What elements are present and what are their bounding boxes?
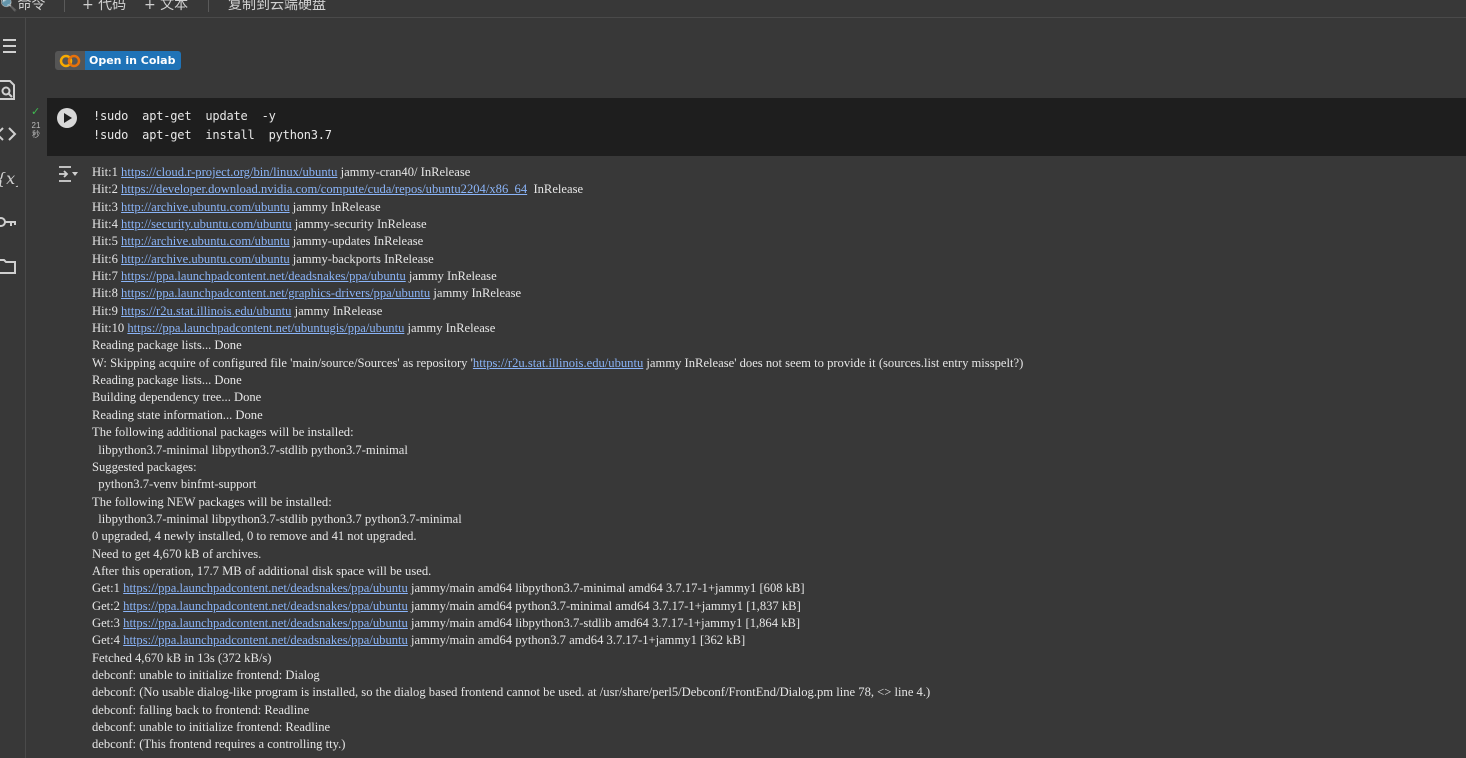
output-line: Get:1 https://ppa.launchpadcontent.net/d…: [92, 581, 805, 596]
output-link[interactable]: https://r2u.stat.illinois.edu/ubuntu: [473, 356, 643, 370]
output-link[interactable]: http://archive.ubuntu.com/ubuntu: [121, 234, 290, 248]
output-line: Hit:5 http://archive.ubuntu.com/ubuntu j…: [92, 234, 424, 249]
output-line: libpython3.7-minimal libpython3.7-stdlib…: [92, 511, 462, 526]
output-line: Fetched 4,670 kB in 13s (372 kB/s): [92, 650, 272, 665]
search-icon: 🔍: [0, 0, 18, 13]
code-snippets-icon[interactable]: [0, 122, 18, 146]
output-line: Get:2 https://ppa.launchpadcontent.net/d…: [92, 598, 801, 613]
code-line[interactable]: !sudo apt-get update -y: [93, 109, 276, 123]
execution-time: 21 秒: [31, 121, 41, 139]
toolbar-divider: [208, 0, 209, 12]
output-line: debconf: falling back to frontend: Readl…: [92, 702, 310, 717]
add-code-button[interactable]: + 代码: [82, 0, 126, 14]
output-link[interactable]: http://archive.ubuntu.com/ubuntu: [121, 252, 290, 266]
output-link[interactable]: https://ppa.launchpadcontent.net/deadsna…: [123, 633, 408, 647]
secrets-key-icon[interactable]: [0, 210, 18, 234]
output-link[interactable]: http://archive.ubuntu.com/ubuntu: [121, 200, 290, 214]
output-line: debconf: (No usable dialog-like program …: [92, 685, 931, 700]
output-line: The following additional packages will b…: [92, 425, 354, 440]
output-line: debconf: unable to initialize frontend: …: [92, 720, 331, 734]
output-line: W: Skipping acquire of configured file '…: [92, 355, 1024, 370]
code-cell[interactable]: !sudo apt-get update -y !sudo apt-get in…: [47, 98, 1466, 156]
output-link[interactable]: https://r2u.stat.illinois.edu/ubuntu: [121, 304, 291, 318]
output-line: After this operation, 17.7 MB of additio…: [92, 563, 432, 578]
copy-to-drive-button[interactable]: 复制到云端硬盘: [228, 0, 326, 14]
output-link[interactable]: https://ppa.launchpadcontent.net/graphic…: [121, 286, 430, 300]
cell-output: Hit:1 https://cloud.r-project.org/bin/li…: [92, 164, 1462, 754]
notebook: Open in Colab ✓ 21 秒 !sudo apt-get updat…: [26, 18, 1466, 758]
variables-icon[interactable]: {x}: [0, 166, 18, 190]
output-line: Reading state information... Done: [92, 407, 263, 422]
output-line: Hit:2 https://developer.download.nvidia.…: [92, 182, 584, 197]
output-line: debconf: unable to initialize frontend: …: [92, 667, 320, 682]
find-replace-icon[interactable]: [0, 78, 18, 102]
execution-success-icon: ✓: [31, 106, 41, 118]
files-folder-icon[interactable]: [0, 254, 18, 278]
left-sidebar: {x}: [0, 18, 26, 758]
output-line: Hit:6 http://archive.ubuntu.com/ubuntu j…: [92, 251, 434, 266]
svg-text:{x}: {x}: [0, 169, 18, 188]
output-line: Hit:7 https://ppa.launchpadcontent.net/d…: [92, 269, 497, 284]
output-line: Hit:3 http://archive.ubuntu.com/ubuntu j…: [92, 199, 381, 214]
output-line: libpython3.7-minimal libpython3.7-stdlib…: [92, 442, 408, 457]
output-link[interactable]: http://security.ubuntu.com/ubuntu: [121, 217, 292, 231]
output-link[interactable]: https://developer.download.nvidia.com/co…: [121, 182, 527, 196]
output-link[interactable]: https://ppa.launchpadcontent.net/ubuntug…: [127, 321, 404, 335]
output-line: Hit:10 https://ppa.launchpadcontent.net/…: [92, 321, 496, 336]
output-line: Hit:1 https://cloud.r-project.org/bin/li…: [92, 165, 471, 179]
output-line: debconf: (This frontend requires a contr…: [92, 737, 346, 752]
output-link[interactable]: https://ppa.launchpadcontent.net/deadsna…: [121, 269, 406, 283]
output-line: Building dependency tree... Done: [92, 390, 262, 405]
output-line: Reading package lists... Done: [92, 338, 242, 353]
run-cell-icon: [64, 113, 72, 123]
output-line: Need to get 4,670 kB of archives.: [92, 546, 262, 561]
output-actions-icon[interactable]: [57, 164, 79, 184]
code-line[interactable]: !sudo apt-get install python3.7: [93, 128, 332, 142]
colab-logo-icon: [55, 51, 85, 70]
output-line: Hit:8 https://ppa.launchpadcontent.net/g…: [92, 286, 522, 301]
output-line: 0 upgraded, 4 newly installed, 0 to remo…: [92, 529, 417, 544]
output-line: The following NEW packages will be insta…: [92, 494, 332, 509]
output-line: Get:3 https://ppa.launchpadcontent.net/d…: [92, 615, 801, 630]
table-of-contents-icon[interactable]: [0, 34, 18, 58]
add-text-button[interactable]: + 文本: [144, 0, 188, 14]
toolbar-divider: [64, 0, 65, 12]
output-link[interactable]: https://ppa.launchpadcontent.net/deadsna…: [123, 581, 408, 595]
run-cell-button[interactable]: [57, 108, 77, 128]
toolbar: 🔍命令 + 代码 + 文本 复制到云端硬盘: [0, 0, 1466, 18]
command-palette-button[interactable]: 🔍命令: [0, 0, 45, 14]
open-in-colab-badge[interactable]: Open in Colab: [55, 51, 182, 70]
badge-label: Open in Colab: [85, 51, 182, 70]
output-link[interactable]: https://ppa.launchpadcontent.net/deadsna…: [123, 599, 408, 613]
output-line: Suggested packages:: [92, 459, 197, 474]
output-line: Hit:4 http://security.ubuntu.com/ubuntu …: [92, 217, 427, 232]
output-line: Get:4 https://ppa.launchpadcontent.net/d…: [92, 633, 746, 648]
output-line: Hit:9 https://r2u.stat.illinois.edu/ubun…: [92, 303, 383, 318]
output-link[interactable]: https://cloud.r-project.org/bin/linux/ub…: [121, 165, 337, 179]
output-line: python3.7-venv binfmt-support: [92, 477, 257, 492]
output-link[interactable]: https://ppa.launchpadcontent.net/deadsna…: [123, 616, 408, 630]
output-line: Reading package lists... Done: [92, 373, 242, 388]
